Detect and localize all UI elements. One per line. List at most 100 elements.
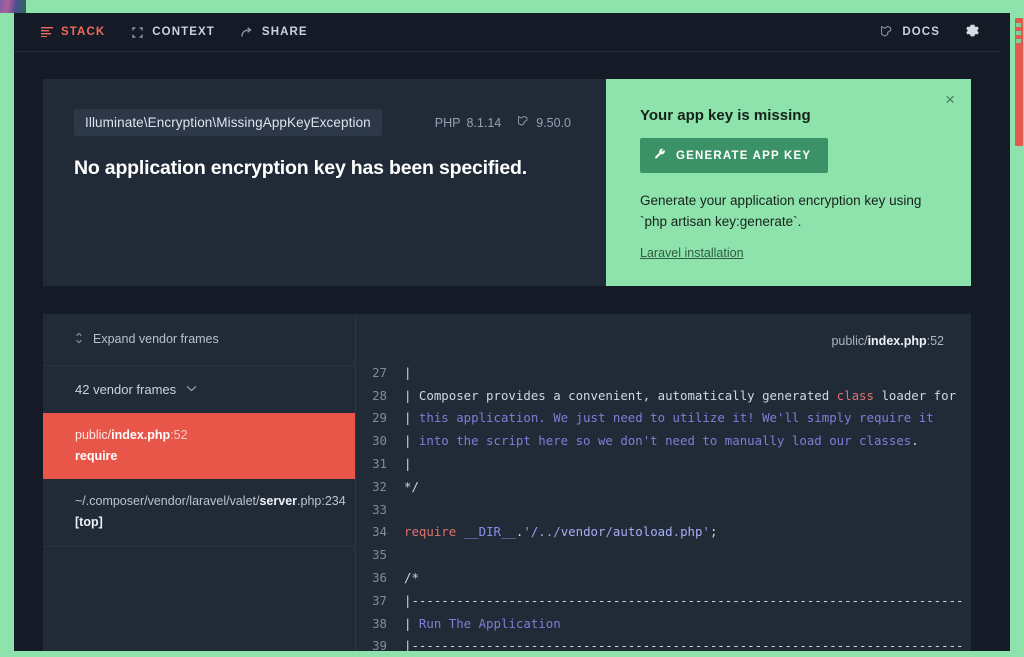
- version-badges: PHP 8.1.14 9.50.0: [435, 115, 575, 130]
- expand-vendor-frames-label: Expand vendor frames: [93, 332, 219, 347]
- code-line-number: 34: [372, 524, 387, 540]
- code-line: 39 |-------------------------------------…: [356, 635, 971, 651]
- stack-frame-path-file: index.php: [111, 427, 171, 442]
- code-token: */: [404, 478, 419, 494]
- code-token: '/../: [523, 524, 561, 540]
- expand-vendor-frames-button[interactable]: Expand vendor frames: [43, 314, 355, 366]
- sort-updown-icon: [75, 332, 83, 347]
- code-line-number: 30: [372, 433, 387, 449]
- frames-divider: [43, 545, 355, 547]
- php-version-badge: PHP 8.1.14: [435, 116, 501, 130]
- laravel-version-badge: 9.50.0: [518, 115, 571, 130]
- code-token: __DIR__: [463, 524, 516, 540]
- nav-actions: DOCS: [881, 22, 982, 43]
- code-line-number: 28: [372, 387, 387, 403]
- code-token: require: [404, 524, 457, 540]
- code-token: /*: [404, 570, 419, 586]
- code-line-number: 33: [372, 501, 387, 517]
- code-line-text: |---------------------------------------…: [404, 635, 964, 651]
- code-line-number: 31: [372, 456, 387, 472]
- code-line: 29 | this application. We just need to ut…: [356, 407, 971, 430]
- tab-share-label: SHARE: [261, 26, 308, 38]
- code-line-text: */: [404, 476, 419, 499]
- code-line: 31 |: [356, 453, 971, 476]
- settings-button[interactable]: [962, 22, 982, 42]
- code-token: class: [836, 387, 874, 403]
- code-path-prefix: public/: [831, 333, 868, 348]
- code-token: Run The Application: [418, 615, 561, 631]
- code-token: |: [404, 615, 419, 631]
- code-line-text: | this application. We just need to util…: [404, 407, 934, 430]
- laravel-version: 9.50.0: [536, 115, 571, 130]
- wrench-icon: [654, 148, 666, 163]
- stack-frame-path: public/index.php:52: [75, 426, 335, 445]
- code-line-number: 29: [372, 410, 387, 426]
- exception-panel: Illuminate\Encryption\MissingAppKeyExcep…: [43, 79, 606, 286]
- code-token: into the script here so we don't need to…: [418, 433, 912, 449]
- vendor-frames-label: 42 vendor frames: [75, 381, 177, 397]
- code-line-number: 37: [372, 592, 387, 608]
- code-token: autoload: [612, 524, 673, 540]
- code-line: 34 require __DIR__.'/../vendor/autoload.p…: [356, 521, 971, 544]
- code-line-text: | into the script here so we don't need …: [404, 430, 919, 453]
- code-path-file: index.php: [867, 333, 927, 348]
- top-navbar: STACK CONTEXT SHARE DOCS: [14, 13, 1000, 52]
- code-token: vendor: [560, 524, 606, 540]
- gear-icon: [965, 23, 980, 41]
- exception-class: Illuminate\Encryption\MissingAppKeyExcep…: [74, 109, 382, 136]
- code-line: 32 */: [356, 476, 971, 499]
- stack-frame-top[interactable]: ~/.composer/vendor/laravel/valet/server.…: [43, 479, 355, 546]
- code-line-number: 32: [372, 478, 387, 494]
- vendor-frames-toggle[interactable]: 42 vendor frames: [43, 366, 355, 413]
- code-token: |: [404, 456, 412, 472]
- code-line-number: 38: [372, 615, 387, 631]
- code-line-number: 35: [372, 547, 387, 563]
- code-token: /: [605, 524, 613, 540]
- code-token: |---------------------------------------…: [404, 592, 964, 608]
- exception-message: No application encryption key has been s…: [74, 157, 527, 179]
- list-icon: [40, 26, 53, 39]
- laravel-installation-link[interactable]: Laravel installation: [640, 246, 744, 260]
- generate-app-key-button[interactable]: GENERATE APP KEY: [640, 138, 829, 173]
- code-line-number: 36: [372, 570, 387, 586]
- page-content: Illuminate\Encryption\MissingAppKeyExcep…: [14, 52, 1000, 651]
- code-token: |: [404, 410, 419, 426]
- solution-description: Generate your application encryption key…: [640, 193, 922, 229]
- code-line: 33: [356, 499, 971, 522]
- stack-frame-line: .php:234: [297, 494, 346, 509]
- code-line: 37 |-------------------------------------…: [356, 590, 971, 613]
- tab-stack[interactable]: STACK: [40, 22, 105, 43]
- code-line-number: 39: [372, 638, 387, 651]
- browser-page-frame: STACK CONTEXT SHARE DOCS Illuminate\Encr…: [14, 13, 1010, 651]
- code-listing[interactable]: 27 | 28 | Composer provides a convenient, a…: [356, 362, 971, 651]
- tab-share[interactable]: SHARE: [241, 22, 308, 43]
- code-line-text: |: [404, 362, 411, 385]
- code-line-text: |---------------------------------------…: [404, 590, 964, 613]
- docs-link[interactable]: DOCS: [881, 22, 940, 43]
- share-arrow-icon: [241, 26, 254, 39]
- header-row: Illuminate\Encryption\MissingAppKeyExcep…: [43, 79, 971, 286]
- code-line-text: | Composer provides a convenient, automa…: [404, 385, 956, 408]
- code-line: 38 | Run The Application: [356, 613, 971, 636]
- solution-title: Your app key is missing: [640, 107, 811, 124]
- code-line: 28 | Composer provides a convenient, auto…: [356, 385, 971, 408]
- tab-context[interactable]: CONTEXT: [131, 22, 215, 43]
- stack-frame-line: :52: [170, 427, 188, 442]
- code-token: |: [404, 433, 419, 449]
- laravel-logo-icon: [881, 26, 894, 39]
- close-icon[interactable]: ×: [945, 91, 955, 108]
- code-token: ;: [709, 524, 718, 540]
- stack-frames-pane: Expand vendor frames 42 vendor frames pu…: [43, 313, 356, 651]
- code-file-path: public/index.php:52: [356, 314, 971, 362]
- stack-frame-method: require: [75, 448, 118, 463]
- code-token: | Composer provides a convenient, automa…: [404, 387, 837, 403]
- stack-frame-path-prefix: ~/.composer/vendor/laravel/valet/: [75, 494, 260, 509]
- php-version: 8.1.14: [466, 115, 502, 130]
- stack-frame-active[interactable]: public/index.php:52 require: [43, 412, 355, 480]
- page-scrollbar[interactable]: [1014, 13, 1024, 657]
- php-label: PHP: [434, 115, 461, 130]
- stack-frame-path-file: server: [259, 494, 298, 509]
- solution-panel: × Your app key is missing GENERATE APP K…: [606, 79, 971, 286]
- code-token: this application. We just need to utiliz…: [418, 410, 934, 426]
